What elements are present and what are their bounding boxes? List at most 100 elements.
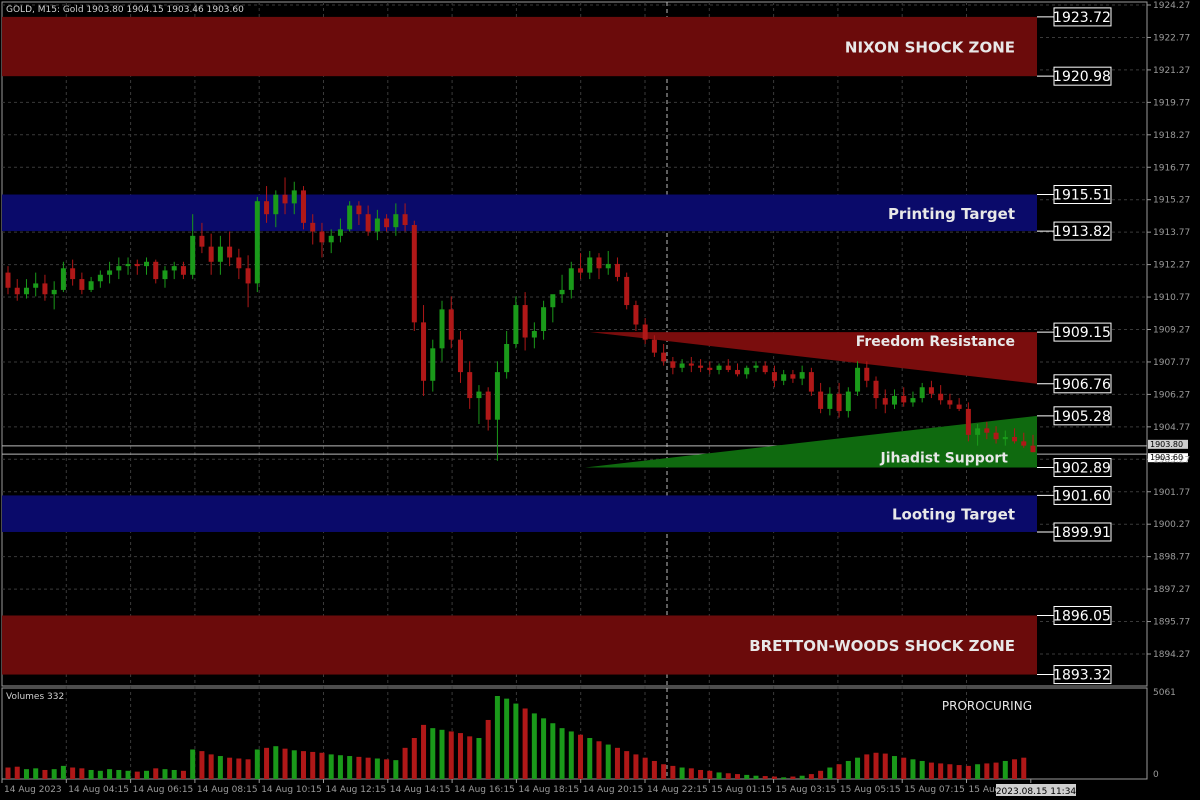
volume-bar [310, 751, 316, 779]
volume-bar [827, 767, 833, 779]
x-tick-label: 14 Aug 06:15 [133, 785, 194, 795]
y-tick-label: 1900.27 [1153, 520, 1190, 530]
candle-body [947, 400, 953, 405]
volume-bar [891, 756, 897, 779]
candle-body [356, 205, 362, 215]
volume-bar [421, 724, 427, 779]
candle-body [799, 372, 805, 379]
volume-bar [541, 718, 547, 779]
candle-body [901, 395, 907, 403]
volume-bar [180, 770, 186, 779]
price-tag-top: 1901.60 [1053, 488, 1111, 504]
volume-bar [642, 757, 648, 779]
candle-body [504, 343, 510, 373]
volume-bar [1021, 757, 1027, 779]
volume-bar [70, 767, 76, 779]
candle-body [23, 287, 29, 295]
volume-bar [430, 728, 436, 779]
candle-body [227, 246, 233, 258]
candle-body [236, 257, 242, 269]
candle-body [716, 365, 722, 370]
volume-bar [633, 754, 639, 779]
candle-body [605, 263, 611, 269]
x-tick-label: 14 Aug 16:15 [454, 785, 515, 795]
candle-body [291, 190, 297, 204]
volume-bar [864, 754, 870, 779]
candle-body [402, 214, 408, 226]
candle-body [365, 214, 371, 232]
candle-body [70, 268, 76, 280]
y-tick-label: 1915.27 [1153, 196, 1190, 206]
candle-body [587, 257, 593, 273]
candle-body [448, 309, 454, 340]
volume-bar [227, 757, 233, 779]
volume-bar [522, 708, 528, 779]
candle-body [910, 398, 916, 403]
volume-bar [347, 756, 353, 779]
volume-bar [882, 753, 888, 779]
candle-body [79, 279, 85, 290]
volume-bar [919, 760, 925, 779]
volume-bar [975, 764, 981, 779]
candle-body [273, 194, 279, 215]
volume-bar [845, 760, 851, 779]
price-tag-bottom: 1893.32 [1053, 668, 1111, 684]
y-tick-label: 1916.77 [1153, 163, 1190, 173]
candle-body [707, 367, 713, 370]
candle-body [144, 261, 150, 267]
volume-bar [264, 747, 270, 779]
volume-bar [1012, 759, 1018, 779]
symbol-header: GOLD, M15: Gold 1903.80 1904.15 1903.46 … [6, 5, 244, 15]
candle-body [1030, 445, 1036, 453]
candle-body [125, 263, 131, 267]
volume-bar [504, 698, 510, 779]
volume-bar [753, 775, 759, 779]
candle-body [88, 281, 94, 290]
candle-body [670, 361, 676, 368]
volume-tick-max: 5061 [1153, 688, 1176, 698]
price-tag-bottom: 1920.98 [1053, 69, 1111, 85]
volume-bar [319, 752, 325, 779]
candle-body [873, 380, 879, 399]
candle-body [993, 432, 999, 440]
candle-body [679, 363, 685, 368]
y-tick-label: 1924.27 [1153, 1, 1190, 11]
x-tick-label: 15 Aug 07:15 [904, 785, 965, 795]
candle-body [642, 324, 648, 340]
volume-bar [273, 746, 279, 779]
candle-body [688, 363, 694, 366]
candle-body [956, 404, 962, 409]
candle-body [725, 365, 731, 370]
candle-body [624, 276, 630, 306]
candle-body [457, 339, 463, 373]
price-tag-bottom: 1899.91 [1053, 525, 1111, 541]
candle-body [190, 235, 196, 275]
volume-bar [33, 768, 39, 779]
volume-bar [799, 775, 805, 779]
volume-bar [698, 769, 704, 779]
y-tick-label: 1895.77 [1153, 618, 1190, 628]
candle-body [698, 365, 704, 368]
chart-canvas[interactable]: 1924.27 1922.77 1921.27 1919.77 1918.27 1916.… [0, 0, 1200, 800]
volume-bar [23, 769, 29, 779]
volume-bar [661, 764, 667, 779]
volume-label: Volumes 332 [6, 692, 64, 702]
volume-bar [808, 774, 814, 779]
candle-body [531, 331, 537, 338]
zone-band [2, 194, 1037, 232]
chart-window[interactable]: 1924.27 1922.77 1921.27 1919.77 1918.27 1916.… [0, 0, 1200, 800]
freedom-resistance-label: Freedom Resistance [856, 334, 1015, 350]
zone-label: BRETTON-WOODS SHOCK ZONE [749, 637, 1015, 655]
volume-bar [374, 758, 380, 779]
chart-text: 1924.27 1922.77 1921.27 1919.77 1918.27 1916.… [4, 1, 1190, 797]
y-tick-label: 1898.77 [1153, 553, 1190, 563]
volume-bar [384, 759, 390, 779]
volume-bar [1002, 760, 1008, 779]
candle-body [310, 222, 316, 232]
volume-bar [901, 757, 907, 779]
volume-bar [984, 763, 990, 779]
volume-bar [578, 734, 584, 779]
candle-body [328, 235, 334, 243]
volume-bar [79, 768, 85, 779]
volume-bar [107, 769, 113, 779]
